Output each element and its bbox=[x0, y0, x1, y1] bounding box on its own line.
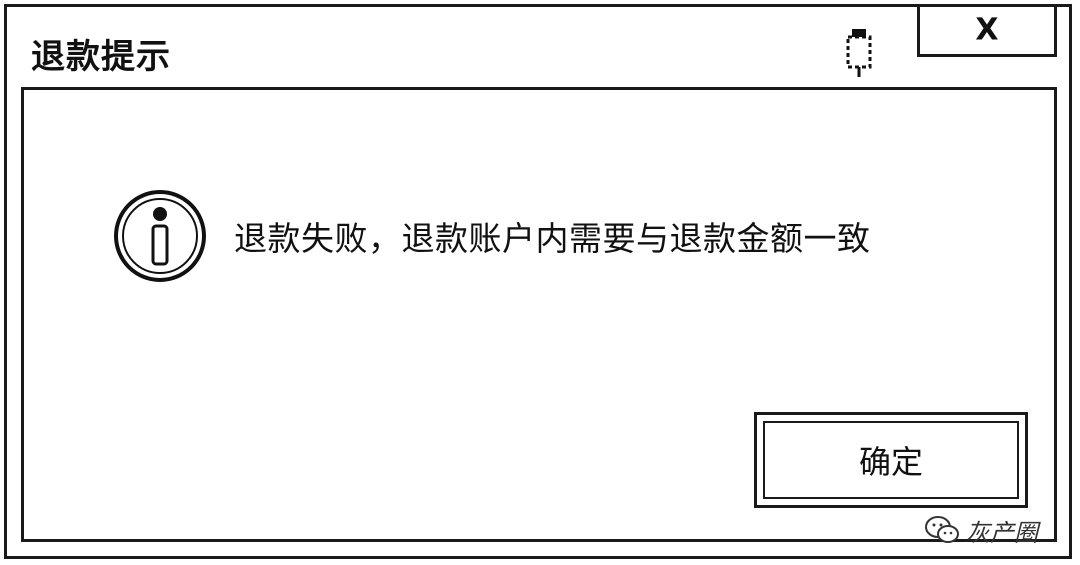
info-icon bbox=[114, 190, 206, 282]
dialog-title: 退款提示 bbox=[31, 37, 171, 77]
ok-button[interactable]: 确定 bbox=[754, 412, 1028, 508]
dialog-content: 退款失败，退款账户内需要与退款金额一致 确定 灰产圈 bbox=[21, 87, 1057, 547]
watermark-text: 灰产圈 bbox=[966, 518, 1038, 547]
pin-icon[interactable] bbox=[839, 27, 879, 79]
title-bar: 退款提示 X bbox=[7, 7, 1069, 87]
refund-dialog: 退款提示 X 退款失败，退款账户内需要与退款金额一致 确定 灰产圈 bbox=[4, 4, 1072, 559]
error-message: 退款失败，退款账户内需要与退款金额一致 bbox=[234, 219, 871, 258]
close-icon: X bbox=[975, 11, 999, 47]
watermark: 灰产圈 bbox=[924, 514, 1038, 547]
ok-button-label: 确定 bbox=[858, 443, 924, 481]
close-button[interactable]: X bbox=[917, 7, 1057, 57]
wechat-icon bbox=[925, 516, 959, 543]
